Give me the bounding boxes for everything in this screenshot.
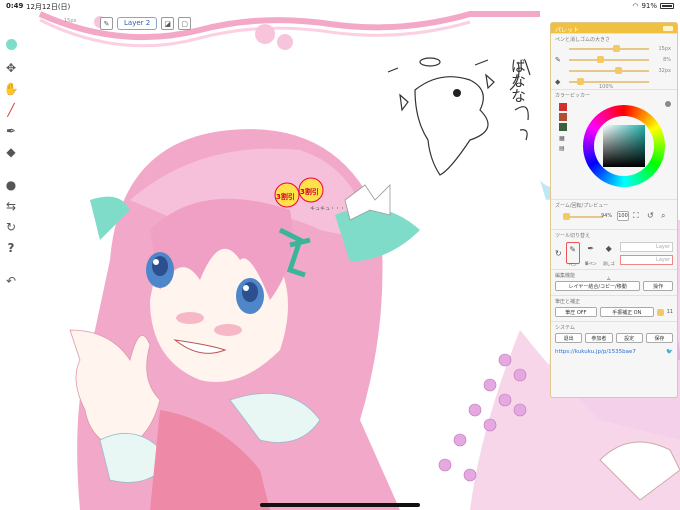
exit-button[interactable]: 退出 — [555, 333, 583, 343]
zoom-section-title: ズーム/回転/プレビュー — [555, 203, 609, 209]
layer-bar: ✎ Layer 2 ◪ ▢ — [100, 17, 192, 30]
redo-icon[interactable]: ↻ — [3, 219, 19, 235]
tool-brush-button[interactable]: ✒ 筆ペン — [584, 242, 598, 266]
status-time: 0:49 — [6, 2, 24, 10]
tool-brush-label: 筆ペン — [584, 261, 597, 266]
correction-knob[interactable] — [656, 308, 664, 316]
share-row: https://kukuku.jp/p/1535bae7 🐦 — [551, 347, 677, 357]
handwriting-text: ばなな — [509, 58, 527, 103]
tool-pen-button[interactable]: ✎ ペン — [565, 242, 580, 267]
correction-value: 11 — [666, 309, 673, 315]
zoom-slider-knob[interactable] — [563, 213, 570, 220]
tool-section-title: ツール切り替え — [555, 233, 591, 239]
brush-size-value: 15px — [658, 46, 672, 52]
twitter-icon[interactable]: 🐦 — [666, 349, 673, 355]
pen-icon[interactable]: ╱ — [3, 102, 19, 118]
zoom-reset-button[interactable]: 100 — [617, 211, 629, 221]
color-wheel[interactable] — [583, 105, 665, 187]
layer-select[interactable]: Layer 2 — [117, 17, 158, 30]
opacity-value: 8% — [663, 57, 671, 63]
color-section-title: カラーピッカー — [555, 93, 591, 99]
brush-size-slider[interactable]: 15px — [555, 43, 673, 54]
wifi-icon: ◠ — [632, 2, 639, 10]
palette-title: パレット — [555, 27, 580, 34]
zoom-section: ズーム/回転/プレビュー 94% 100 ⛶ ↺ ⌕ — [551, 199, 677, 229]
eraser-small-icon: ◆ — [555, 77, 561, 86]
status-right: ◠ 91% — [632, 2, 674, 10]
swatch-brown[interactable] — [559, 113, 567, 121]
move-icon[interactable]: ✥ — [3, 60, 19, 76]
swatch-green[interactable] — [559, 123, 567, 131]
tool-eraser-button[interactable]: ◆ 消しゴム — [602, 242, 616, 281]
drawing-app: 3割引 3割引 キュキュ・・・ ばなな 0:49 12月12日(日) ◠ 91%… — [0, 0, 680, 510]
swatch-save-icon[interactable]: ▤ — [559, 145, 565, 152]
system-section-title: システム — [555, 325, 575, 331]
saturation-square[interactable] — [603, 125, 645, 167]
edit-section-title: 編集機能 — [555, 273, 576, 279]
sticker-label-2: 3割引 — [300, 188, 319, 196]
preview-icon[interactable]: ⌕ — [661, 211, 665, 221]
tool-pen-label: ペン — [568, 262, 577, 267]
chat-icon[interactable]: ● — [3, 177, 19, 193]
edit-section: 編集機能 レイヤー結合/コピー/移動 操作 — [551, 269, 677, 295]
brush-icon[interactable]: ✒ — [3, 123, 19, 139]
hand-correction-toggle[interactable]: 手振補正 ON — [599, 307, 654, 317]
save-button[interactable]: 保存 — [645, 333, 673, 343]
system-section: システム 退出 参加者 設定 保存 — [551, 321, 677, 347]
layer-frame-icon[interactable]: ▢ — [178, 17, 192, 30]
layer-slot-2[interactable]: Layer — [619, 254, 673, 265]
color-picker-section: カラーピッカー ▦ ▤ — [551, 89, 677, 199]
name-caption: キュキュ・・・ — [310, 206, 346, 212]
sticker-label-1: 3割引 — [276, 193, 295, 201]
pen-small-icon: ✎ — [555, 55, 561, 64]
status-date: 12月12日(日) — [26, 3, 71, 11]
correction-section-title: 筆圧と補正 — [555, 299, 581, 305]
pressure-toggle[interactable]: 筆圧 OFF — [555, 307, 597, 317]
operation-button[interactable]: 操作 — [643, 281, 673, 291]
home-indicator[interactable] — [260, 503, 420, 507]
brush-section-title: ペンと消しゴムの大きさ — [555, 37, 611, 43]
layer-slot-1[interactable]: Layer — [619, 241, 673, 252]
palette-panel: パレット ペンと消しゴムの大きさ 15px ✎ 8% 32px ◆ 100% カ… — [550, 22, 678, 398]
room-url-link[interactable]: https://kukuku.jp/p/1535bae7 — [555, 349, 636, 355]
battery-percent: 91% — [641, 2, 657, 10]
settings-dot-icon[interactable] — [665, 101, 671, 107]
participants-button[interactable]: 参加者 — [585, 333, 613, 343]
tool-switch-section: ツール切り替え ↻ ✎ ペン ✒ 筆ペン ◆ 消しゴム Layer Layer — [551, 229, 677, 281]
flip-icon[interactable]: ⇆ — [3, 198, 19, 214]
settings-button[interactable]: 設定 — [615, 333, 643, 343]
status-bar: 0:49 12月12日(日) ◠ 91% — [0, 0, 680, 13]
palette-header[interactable]: パレット — [551, 23, 677, 34]
correction-section: 筆圧と補正 筆圧 OFF 手振補正 ON 11 — [551, 295, 677, 321]
eraser-icon[interactable]: ◆ — [3, 144, 19, 160]
left-toolbar: ✥ ✋ ╱ ✒ ◆ ● ⇆ ↻ ? ↶ — [2, 36, 20, 294]
opacity-slider[interactable]: ✎ 8% — [555, 54, 673, 65]
zoom-value: 94% — [601, 213, 613, 219]
eraser-size-slider[interactable]: 32px — [555, 65, 673, 76]
rotate-icon[interactable]: ↺ — [647, 211, 654, 220]
swatch-red[interactable] — [559, 103, 567, 111]
brush-size-indicator: 15px — [64, 18, 77, 24]
tool-cycle-icon[interactable]: ↻ — [555, 249, 562, 258]
eraser-opacity-slider[interactable]: ◆ 100% — [555, 76, 673, 90]
brush-size-section: ペンと消しゴムの大きさ 15px ✎ 8% 32px ◆ 100% — [551, 33, 677, 90]
color-circle-icon[interactable] — [3, 36, 19, 52]
layer-fill-icon[interactable]: ◪ — [161, 17, 175, 30]
help-icon[interactable]: ? — [3, 240, 19, 256]
layer-merge-button[interactable]: レイヤー結合/コピー/移動 — [555, 281, 641, 291]
swatch-grid-icon[interactable]: ▦ — [559, 135, 565, 142]
palette-collapse-button[interactable] — [663, 26, 673, 31]
hand-icon[interactable]: ✋ — [3, 81, 19, 97]
eraser-opacity-value: 100% — [599, 84, 614, 90]
battery-icon — [660, 3, 674, 9]
eraser-size-value: 32px — [658, 68, 672, 74]
layer-mode-icon[interactable]: ✎ — [100, 17, 113, 30]
fit-icon[interactable]: ⛶ — [633, 211, 639, 221]
undo-icon[interactable]: ↶ — [3, 273, 19, 289]
